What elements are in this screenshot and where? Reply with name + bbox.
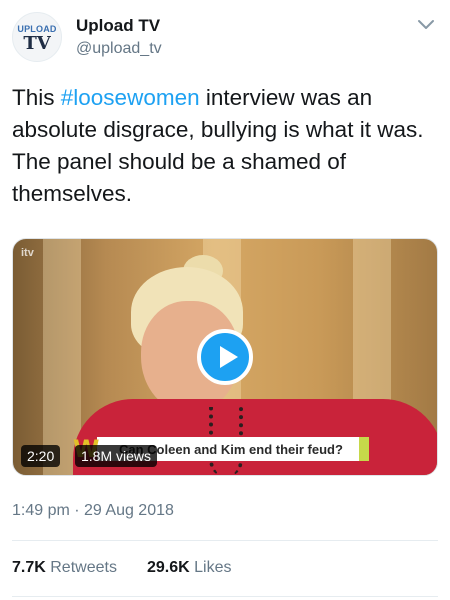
play-icon <box>220 346 238 368</box>
tweet-card: UPLOAD TV Upload TV @upload_tv This #loo… <box>0 0 450 600</box>
user-handle[interactable]: @upload_tv <box>76 40 162 58</box>
video-duration: 2:20 <box>21 445 61 467</box>
video-player[interactable]: itv W Can Coleen and Kim end their feud?… <box>12 238 438 476</box>
engagement-stats: 7.7K Retweets 29.6K Likes <box>12 559 261 577</box>
chevron-down-icon[interactable] <box>416 18 436 32</box>
tweet-timestamp[interactable]: 1:49 pm · 29 Aug 2018 <box>12 502 174 520</box>
likes-count: 29.6K <box>146 559 190 576</box>
retweets-label: Retweets <box>50 559 117 576</box>
tweet-text-start: This <box>12 85 61 110</box>
avatar[interactable]: UPLOAD TV <box>12 12 62 62</box>
display-name[interactable]: Upload TV <box>76 16 160 36</box>
hashtag-link[interactable]: #loosewomen <box>61 85 200 110</box>
view-count: 1.8M views <box>75 445 158 467</box>
tweet-text: This #loosewomen interview was an absolu… <box>12 82 440 210</box>
play-button[interactable] <box>197 329 253 385</box>
retweets-count: 7.7K <box>12 559 46 576</box>
divider <box>12 540 438 541</box>
avatar-logo-bottom: TV <box>23 33 51 54</box>
divider <box>12 596 438 597</box>
retweets-stat[interactable]: 7.7K Retweets <box>12 559 117 576</box>
likes-label: Likes <box>194 559 232 576</box>
broadcaster-logo: itv <box>21 247 34 259</box>
likes-stat[interactable]: 29.6K Likes <box>147 559 232 576</box>
